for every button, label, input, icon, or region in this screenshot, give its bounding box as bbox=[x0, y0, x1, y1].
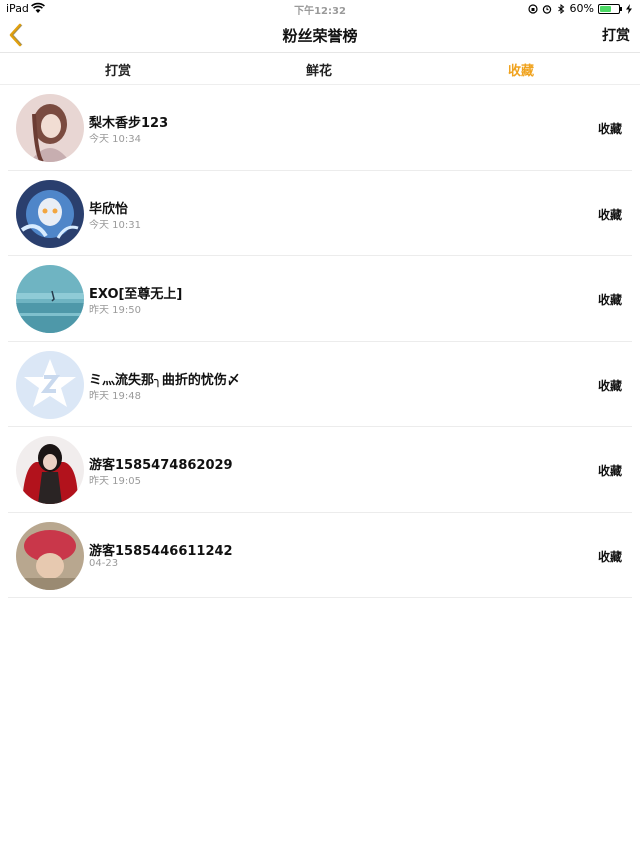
tab-favorites[interactable]: 收藏 bbox=[481, 60, 561, 79]
action-label: 收藏 bbox=[597, 549, 622, 564]
status-bar: iPad 下午12:32 60% bbox=[0, 0, 640, 18]
action-label: 收藏 bbox=[597, 378, 622, 393]
user-name: 梨木香步123 bbox=[89, 116, 169, 131]
list-item[interactable]: 游客1585446611242 04-23 收藏 bbox=[8, 513, 632, 598]
battery-icon bbox=[598, 3, 622, 14]
timestamp: 昨天 19:05 bbox=[89, 476, 141, 487]
page-title: 粉丝荣誉榜 bbox=[282, 27, 358, 45]
avatar[interactable] bbox=[16, 521, 84, 590]
avatar[interactable] bbox=[16, 265, 84, 333]
timestamp: 昨天 19:48 bbox=[89, 390, 141, 402]
rotation-lock-icon bbox=[527, 3, 538, 14]
red-hat-photo-avatar bbox=[16, 521, 84, 590]
timestamp: 昨天 19:50 bbox=[89, 305, 141, 316]
list-item[interactable]: 游客1585474862029 昨天 19:05 收藏 bbox=[8, 427, 632, 513]
action-label: 收藏 bbox=[597, 464, 622, 478]
timestamp: 04-23 bbox=[89, 557, 119, 569]
timestamp: 今天 10:34 bbox=[89, 134, 141, 145]
charging-icon bbox=[626, 3, 632, 14]
alarm-icon bbox=[542, 4, 551, 14]
avatar[interactable] bbox=[16, 94, 84, 162]
fan-list: 梨木香步123 今天 10:34 收藏 毕欣怡 今天 10:31 收藏 EXO[… bbox=[8, 85, 632, 598]
sky-scene-avatar bbox=[16, 265, 84, 333]
reward-button[interactable]: 打赏 bbox=[602, 25, 630, 45]
action-label: 收藏 bbox=[597, 207, 622, 222]
battery-percent: 60% bbox=[569, 2, 594, 15]
user-name: 毕欣怡 bbox=[89, 201, 129, 217]
timestamp: 今天 10:31 bbox=[89, 219, 141, 231]
anime-character-blue-avatar bbox=[16, 179, 84, 248]
qq-default-avatar bbox=[16, 350, 84, 419]
anime-girl-avatar bbox=[16, 94, 84, 162]
dark-character-avatar bbox=[16, 436, 84, 504]
avatar[interactable] bbox=[16, 350, 84, 419]
status-icons: 60% bbox=[527, 2, 634, 15]
tab-reward[interactable]: 打赏 bbox=[78, 60, 158, 79]
list-item[interactable]: 梨木香步123 今天 10:34 收藏 bbox=[8, 85, 632, 171]
user-name: ミ灬流失那╮曲折的忧伤〆 bbox=[89, 372, 240, 388]
nav-bar: 粉丝荣誉榜 打赏 bbox=[0, 18, 640, 53]
list-item[interactable]: ミ灬流失那╮曲折的忧伤〆 昨天 19:48 收藏 bbox=[8, 342, 632, 427]
bluetooth-icon bbox=[557, 3, 564, 14]
avatar[interactable] bbox=[16, 179, 84, 248]
avatar[interactable] bbox=[16, 436, 84, 504]
action-label: 收藏 bbox=[597, 293, 622, 307]
user-name: 游客1585474862029 bbox=[89, 458, 233, 473]
list-item[interactable]: 毕欣怡 今天 10:31 收藏 bbox=[8, 171, 632, 256]
action-label: 收藏 bbox=[597, 122, 622, 136]
tab-flowers[interactable]: 鲜花 bbox=[279, 60, 359, 79]
tab-bar: 打赏 鲜花 收藏 bbox=[0, 54, 640, 85]
list-item[interactable]: EXO[至尊无上] 昨天 19:50 收藏 bbox=[8, 256, 632, 342]
user-name: EXO[至尊无上] bbox=[89, 287, 183, 302]
user-name: 游客1585446611242 bbox=[89, 543, 233, 559]
